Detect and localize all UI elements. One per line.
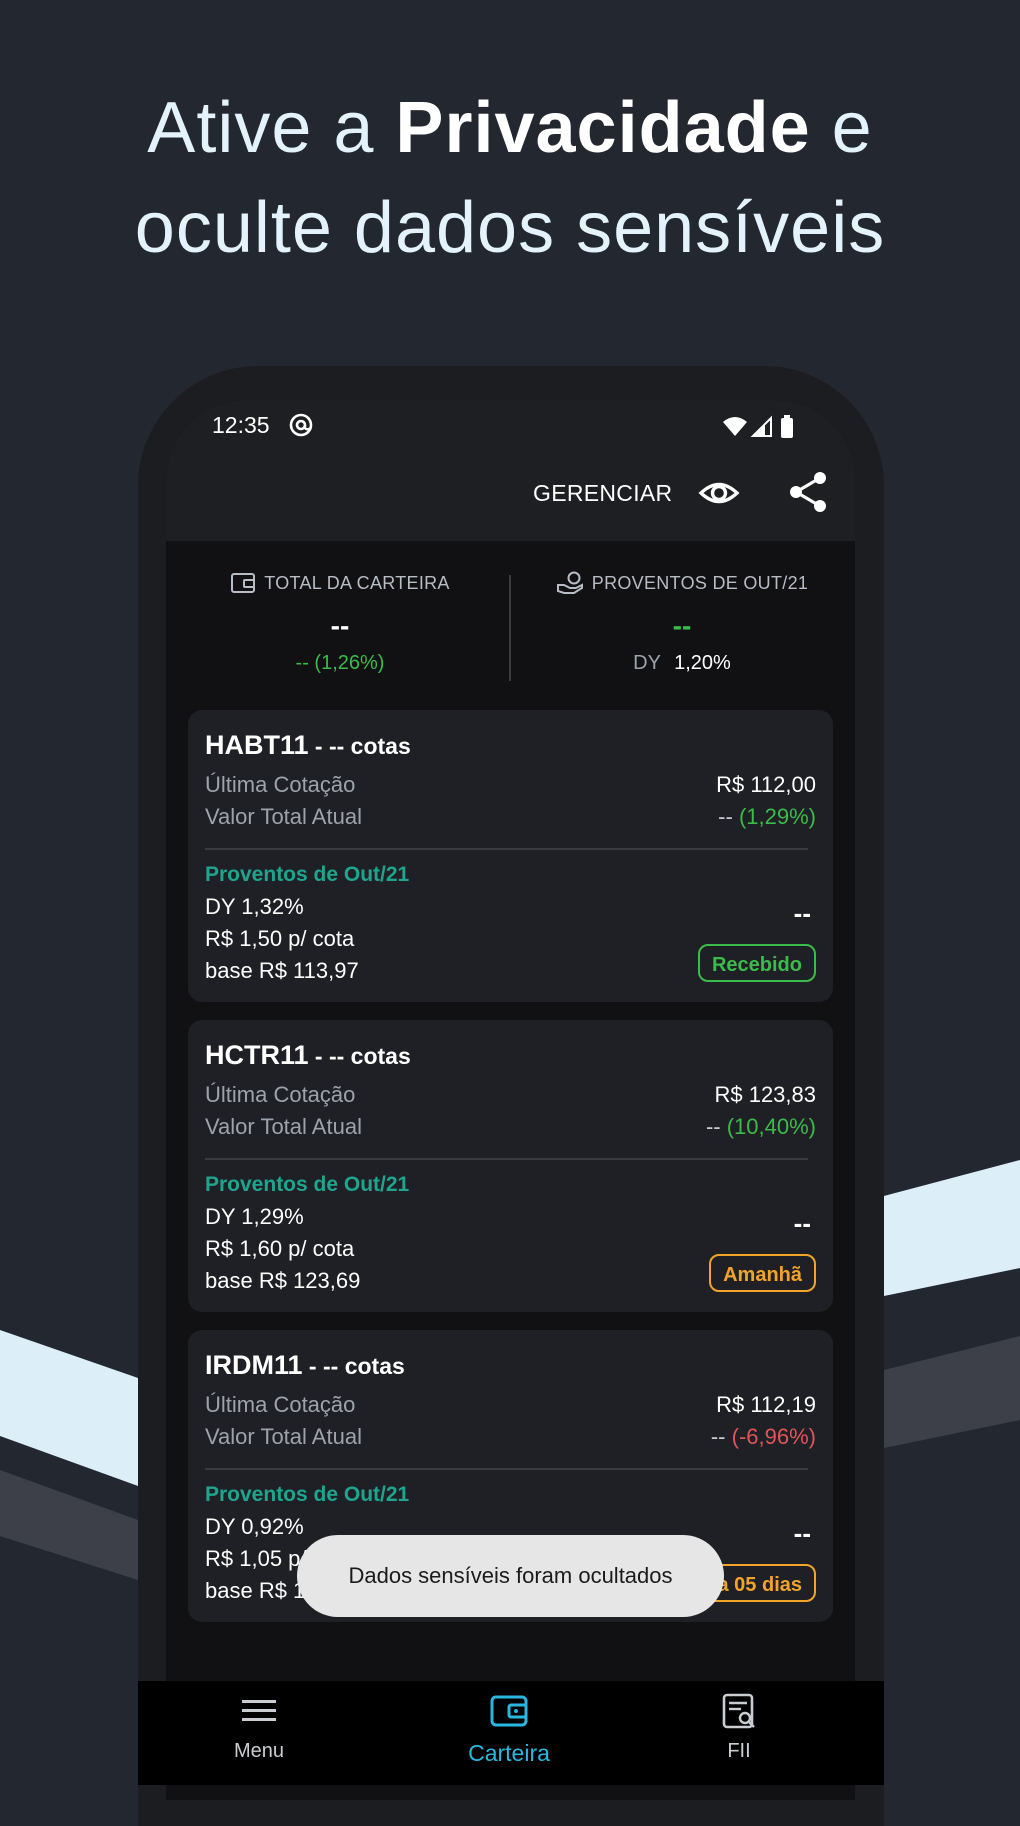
ticker: HCTR11 xyxy=(205,1040,309,1070)
headline-line-1: Ative a Privacidade e xyxy=(147,88,873,168)
quantity: - -- cotas xyxy=(302,1353,405,1379)
nav-item-fii[interactable]: FII xyxy=(659,1693,819,1763)
document-search-icon xyxy=(722,1693,755,1729)
dividend-amount: -- xyxy=(793,898,811,928)
toast-message: Dados sensíveis foram ocultados xyxy=(297,1535,724,1617)
headline-line-2: oculte dados sensíveis xyxy=(134,188,886,268)
dividend-base: base R$ 123,69 xyxy=(205,1268,361,1293)
dividend-yield: DY 0,92% xyxy=(205,1514,304,1539)
total-change: (-6,96%) xyxy=(731,1424,816,1449)
signal-icon xyxy=(750,415,772,437)
nav-item-menu[interactable]: Menu xyxy=(179,1693,339,1763)
nav-item-carteira[interactable]: Carteira xyxy=(429,1693,589,1767)
manage-button[interactable]: GERENCIAR xyxy=(533,480,672,507)
nav-label-carteira: Carteira xyxy=(468,1740,550,1766)
app-bar: 12:35 GERENCIAR xyxy=(166,400,855,541)
dividends-value: -- xyxy=(672,610,692,641)
at-icon xyxy=(289,413,313,437)
total-value: -- xyxy=(718,804,733,829)
last-quote-label: Última Cotação xyxy=(205,772,356,797)
status-badge: Amanhã xyxy=(709,1254,816,1292)
share-icon[interactable] xyxy=(786,470,830,514)
dividend-amount: -- xyxy=(793,1208,811,1238)
dividend-base: base R$ 113,97 xyxy=(205,958,359,983)
last-quote-value: R$ 123,83 xyxy=(714,1082,816,1107)
status-time: 12:35 xyxy=(212,412,270,438)
card-divider xyxy=(205,1158,808,1160)
total-change: -- (1,26%) xyxy=(295,652,385,674)
monthly-dividends[interactable]: PROVENTOS DE OUT/21 -- DY 1,20% xyxy=(522,571,842,675)
total-value-label: Valor Total Atual xyxy=(205,1114,362,1139)
holding-card[interactable]: HABT11 - -- cotas Última Cotação R$ 112,… xyxy=(188,710,833,1002)
last-quote-value: R$ 112,19 xyxy=(716,1392,816,1417)
total-value: -- xyxy=(710,1424,726,1449)
dy-value: 1,20% xyxy=(674,652,731,674)
dividends-heading: Proventos de Out/21 xyxy=(205,863,410,886)
ticker: IRDM11 xyxy=(205,1350,303,1380)
wallet-icon xyxy=(231,573,256,593)
dividend-per-share: R$ 1,50 p/ cota xyxy=(205,926,355,951)
dividends-label: PROVENTOS DE OUT/21 xyxy=(591,572,809,593)
eye-icon[interactable] xyxy=(698,472,740,514)
menu-icon xyxy=(242,1700,276,1721)
portfolio-summary: TOTAL DA CARTEIRA -- -- (1,26%) PROVENTO… xyxy=(166,541,855,707)
total-label: TOTAL DA CARTEIRA xyxy=(264,572,450,593)
dividend-yield: DY 1,32% xyxy=(205,894,304,919)
last-quote-label: Última Cotação xyxy=(205,1392,356,1417)
total-change: (10,40%) xyxy=(726,1114,816,1139)
battery-icon xyxy=(781,415,793,438)
last-quote-label: Última Cotação xyxy=(205,1082,356,1107)
dividends-heading: Proventos de Out/21 xyxy=(205,1173,410,1196)
status-icons xyxy=(721,414,811,445)
bottom-navigation: Menu Carteira FII xyxy=(138,1681,884,1785)
wallet-icon xyxy=(490,1695,528,1727)
headline: Ative a Privacidade e oculte dados sensí… xyxy=(0,78,1020,278)
wifi-icon xyxy=(723,417,747,436)
total-value: -- xyxy=(705,1114,721,1139)
holding-card[interactable]: HCTR11 - -- cotas Última Cotação R$ 123,… xyxy=(188,1020,833,1312)
ticker: HABT11 xyxy=(205,730,309,760)
dividends-heading: Proventos de Out/21 xyxy=(205,1483,410,1506)
dividend-yield: DY 1,29% xyxy=(205,1204,304,1229)
quantity: - -- cotas xyxy=(308,1043,411,1069)
hand-coin-icon xyxy=(556,571,583,594)
quantity: - -- cotas xyxy=(308,733,411,759)
status-badge: Recebido xyxy=(697,944,816,982)
dividend-amount: -- xyxy=(793,1518,811,1548)
total-portfolio[interactable]: TOTAL DA CARTEIRA -- -- (1,26%) xyxy=(180,571,500,675)
summary-divider xyxy=(509,575,511,681)
total-value-label: Valor Total Atual xyxy=(205,804,362,829)
total-value: -- xyxy=(330,610,350,641)
headline-bold: Privacidade xyxy=(395,88,811,168)
last-quote-value: R$ 112,00 xyxy=(716,772,816,797)
card-divider xyxy=(205,848,808,850)
total-value-label: Valor Total Atual xyxy=(205,1424,362,1449)
dividend-per-share: R$ 1,60 p/ cota xyxy=(205,1236,355,1261)
dy-label: DY xyxy=(633,652,661,674)
total-change: (1,29%) xyxy=(738,804,816,829)
nav-label-menu: Menu xyxy=(233,1740,285,1762)
card-divider xyxy=(205,1468,808,1470)
nav-label-fii: FII xyxy=(727,1740,751,1762)
